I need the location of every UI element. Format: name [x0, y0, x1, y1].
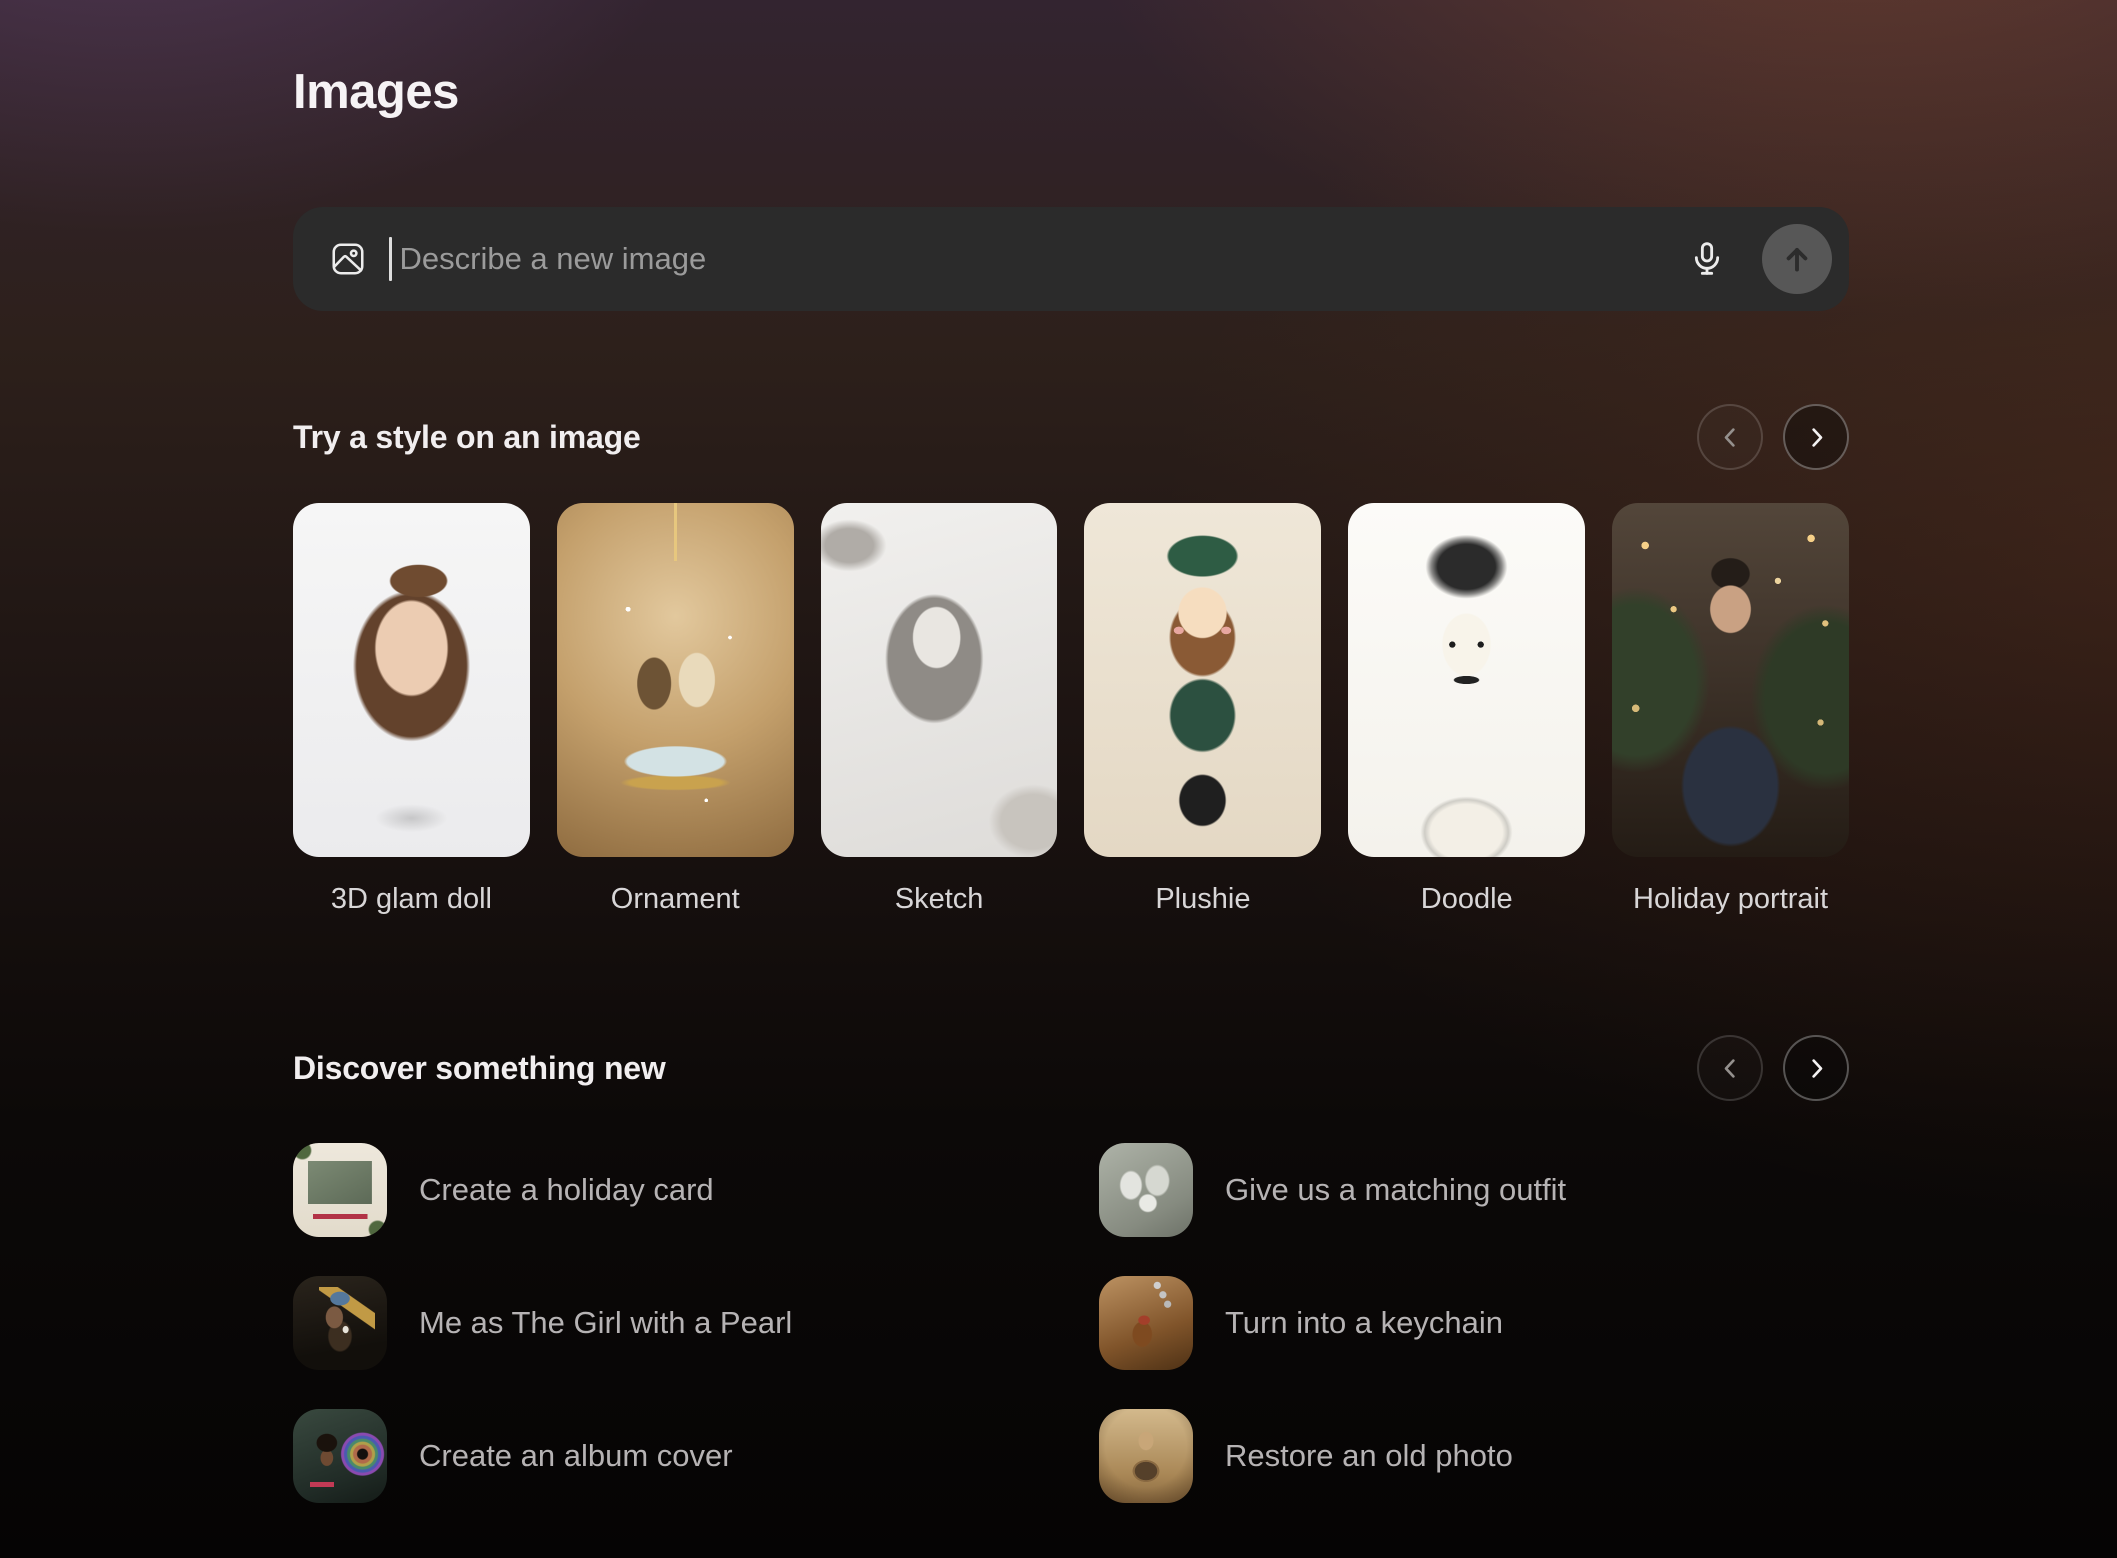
style-carousel-nav: [1697, 404, 1849, 470]
style-card-label: Sketch: [821, 882, 1058, 916]
discover-label: Create an album cover: [419, 1438, 733, 1474]
discover-label: Create a holiday card: [419, 1172, 714, 1208]
submit-button[interactable]: [1762, 224, 1832, 294]
style-card-image: [557, 503, 794, 857]
page-content: Images: [293, 0, 1849, 1503]
style-card-plushie[interactable]: Plushie: [1084, 503, 1321, 916]
discover-item-restore-old-photo[interactable]: Restore an old photo: [1099, 1409, 1849, 1503]
discover-item-keychain[interactable]: Turn into a keychain: [1099, 1276, 1849, 1370]
discover-carousel-prev-button[interactable]: [1697, 1035, 1763, 1101]
style-section: Try a style on an image 3D glam doll: [293, 404, 1849, 916]
dictate-button[interactable]: [1685, 235, 1729, 283]
style-carousel-prev-button[interactable]: [1697, 404, 1763, 470]
text-cursor: [389, 237, 392, 281]
page-title: Images: [293, 64, 1849, 120]
style-card-holiday-portrait[interactable]: Holiday portrait: [1612, 503, 1849, 916]
discover-thumbnail: [1099, 1143, 1193, 1237]
style-card-image: [1084, 503, 1321, 857]
discover-section-title: Discover something new: [293, 1050, 666, 1087]
style-card-3d-glam-doll[interactable]: 3D glam doll: [293, 503, 530, 916]
style-card-image: [1348, 503, 1585, 857]
discover-label: Give us a matching outfit: [1225, 1172, 1566, 1208]
style-card-image: [293, 503, 530, 857]
style-section-title: Try a style on an image: [293, 419, 641, 456]
style-card-sketch[interactable]: Sketch: [821, 503, 1058, 916]
discover-item-create-holiday-card[interactable]: Create a holiday card: [293, 1143, 1043, 1237]
chevron-right-icon: [1803, 1055, 1830, 1082]
discover-list: Create a holiday card Give us a matching…: [293, 1143, 1849, 1503]
style-card-image: [821, 503, 1058, 857]
discover-thumbnail: [293, 1143, 387, 1237]
discover-carousel-nav: [1697, 1035, 1849, 1101]
style-section-header: Try a style on an image: [293, 404, 1849, 470]
discover-thumbnail: [293, 1409, 387, 1503]
discover-carousel-next-button[interactable]: [1783, 1035, 1849, 1101]
chevron-right-icon: [1803, 424, 1830, 451]
discover-thumbnail: [293, 1276, 387, 1370]
style-card-ornament[interactable]: Ornament: [557, 503, 794, 916]
style-cards-carousel: 3D glam doll Ornament Sketch Plushie Doo…: [293, 503, 1849, 916]
style-card-label: 3D glam doll: [293, 882, 530, 916]
chevron-left-icon: [1717, 424, 1744, 451]
style-card-label: Holiday portrait: [1612, 882, 1849, 916]
style-card-label: Ornament: [557, 882, 794, 916]
images-page: Images: [0, 0, 2117, 1558]
microphone-icon: [1687, 237, 1727, 281]
discover-label: Me as The Girl with a Pearl: [419, 1305, 792, 1341]
style-card-label: Plushie: [1084, 882, 1321, 916]
discover-item-matching-outfit[interactable]: Give us a matching outfit: [1099, 1143, 1849, 1237]
discover-thumbnail: [1099, 1409, 1193, 1503]
discover-item-girl-with-a-pearl[interactable]: Me as The Girl with a Pearl: [293, 1276, 1043, 1370]
discover-thumbnail: [1099, 1276, 1193, 1370]
style-card-image: [1612, 503, 1849, 857]
discover-section: Discover something new Create a holiday …: [293, 1035, 1849, 1503]
arrow-up-icon: [1779, 241, 1815, 277]
prompt-input[interactable]: [398, 240, 1676, 278]
discover-label: Restore an old photo: [1225, 1438, 1513, 1474]
prompt-composer: [293, 207, 1849, 311]
style-card-label: Doodle: [1348, 882, 1585, 916]
discover-item-album-cover[interactable]: Create an album cover: [293, 1409, 1043, 1503]
style-card-doodle[interactable]: Doodle: [1348, 503, 1585, 916]
image-icon: [329, 240, 367, 278]
discover-section-header: Discover something new: [293, 1035, 1849, 1101]
chevron-left-icon: [1717, 1055, 1744, 1082]
style-carousel-next-button[interactable]: [1783, 404, 1849, 470]
discover-label: Turn into a keychain: [1225, 1305, 1503, 1341]
